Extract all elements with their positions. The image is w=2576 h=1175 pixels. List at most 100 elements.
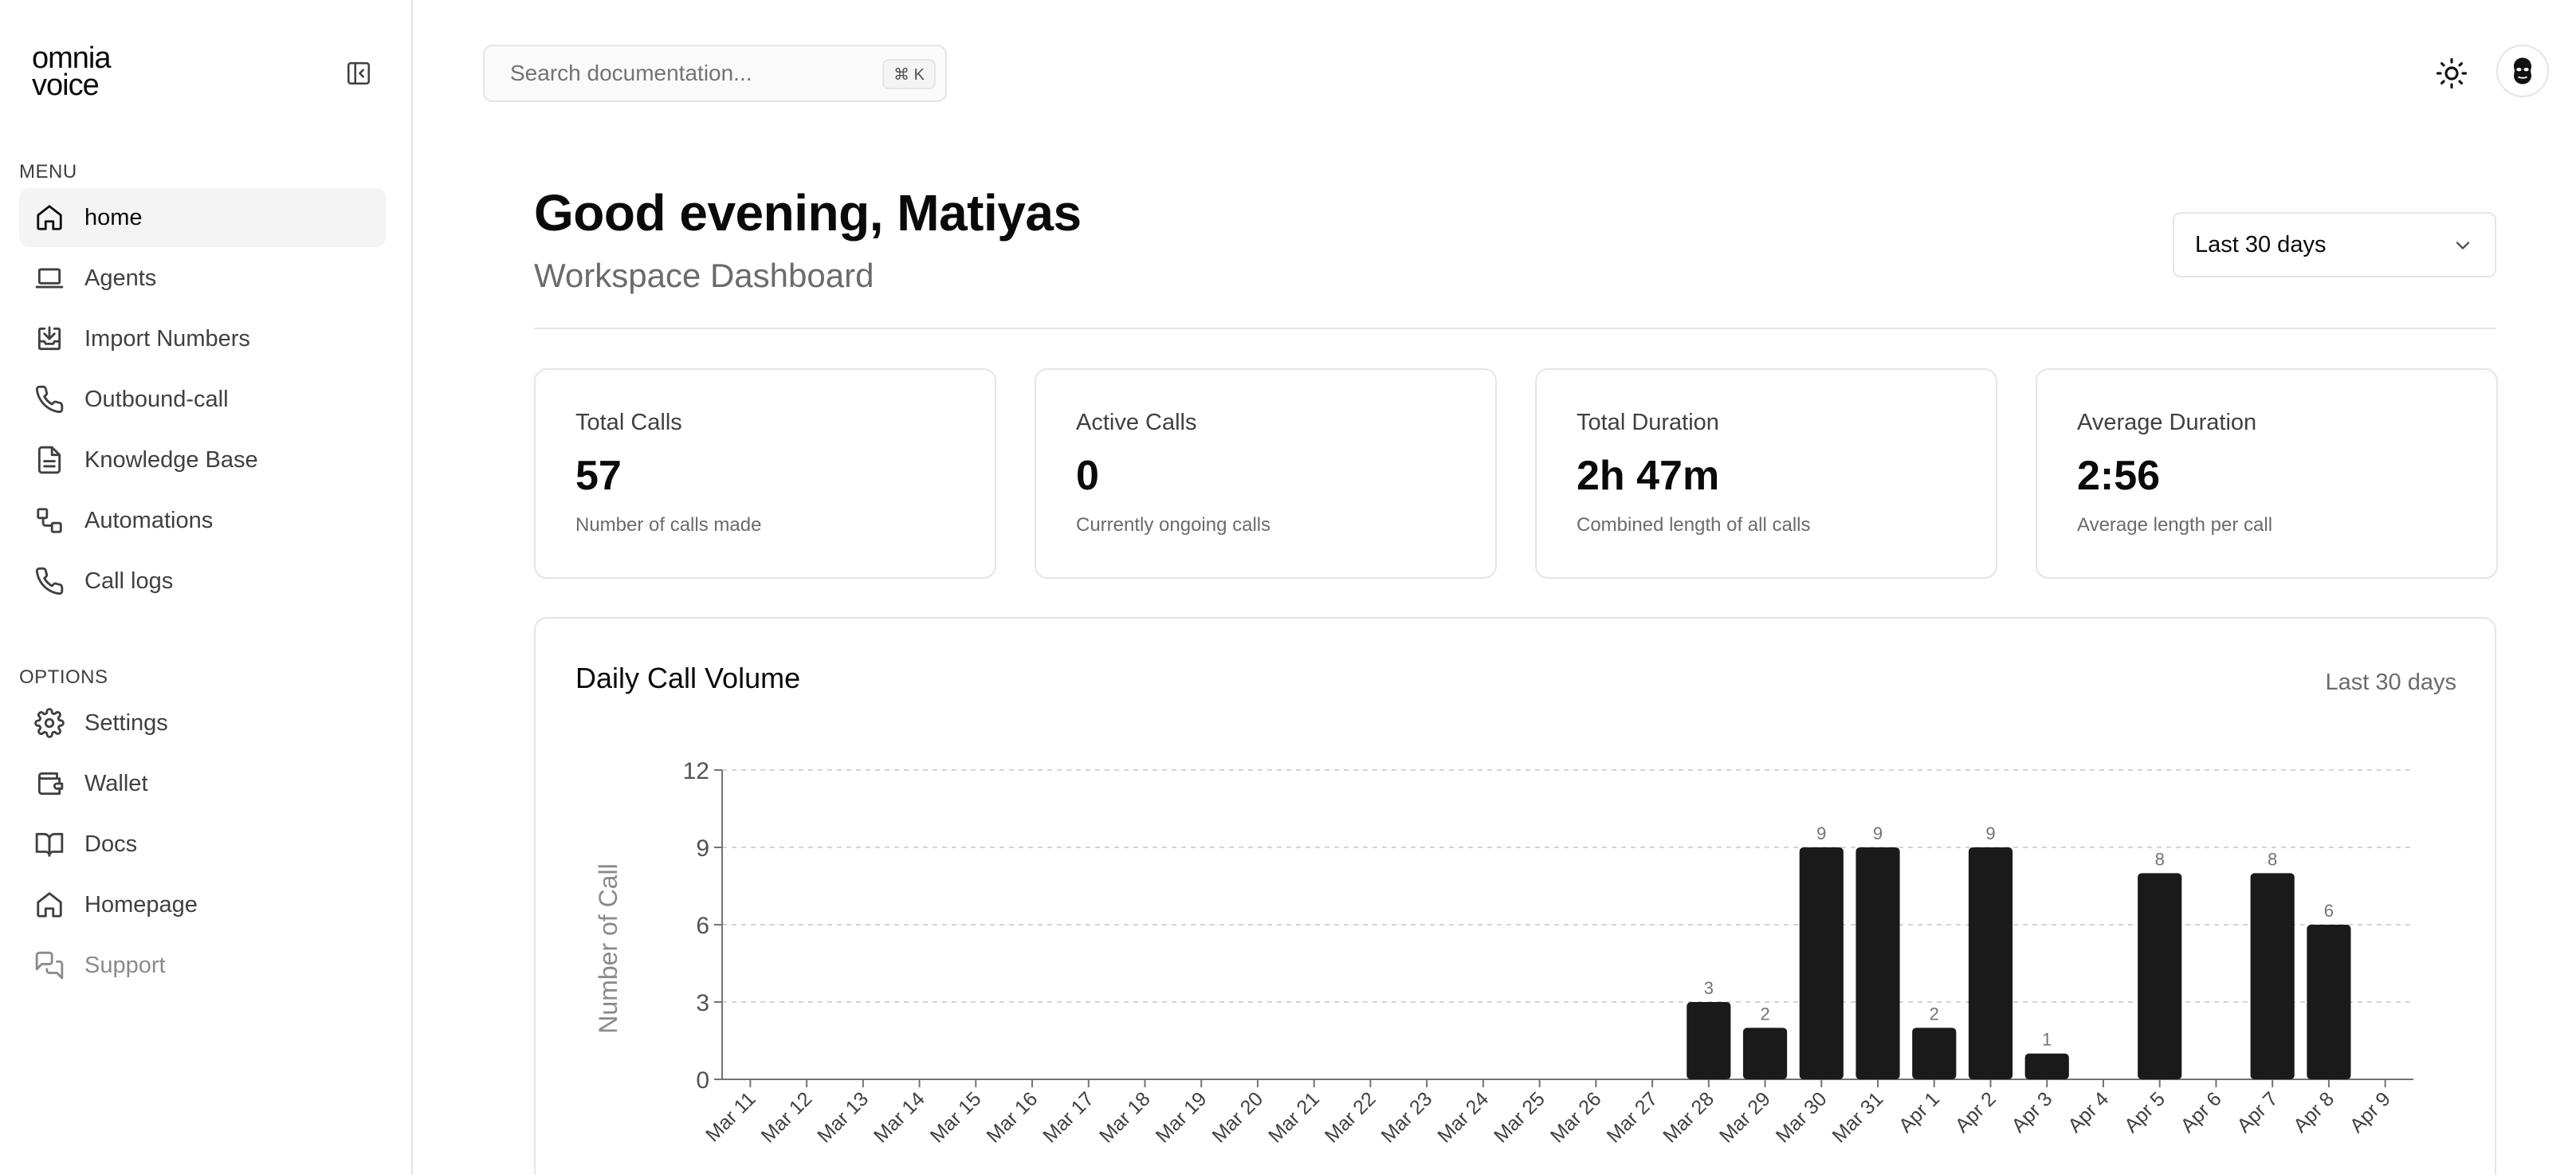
- stat-value: 0: [1076, 453, 1099, 499]
- y-axis-label: Number of Call: [594, 863, 622, 1033]
- avatar[interactable]: [2496, 45, 2549, 97]
- phone-icon: [33, 383, 65, 415]
- search-placeholder: Search documentation...: [510, 61, 752, 85]
- header-divider: [534, 328, 2496, 329]
- chat-icon: [33, 949, 65, 981]
- bar-value-label: 2: [1930, 1004, 1939, 1024]
- stat-label: Total Calls: [575, 410, 682, 435]
- date-range-value: Last 30 days: [2195, 231, 2327, 257]
- sidebar-item-call-logs[interactable]: Call logs: [19, 552, 386, 611]
- sidebar-item-docs[interactable]: Docs: [19, 815, 386, 874]
- user-avatar-icon: [2514, 57, 2531, 84]
- x-tick-label: Mar 19: [1152, 1087, 1211, 1147]
- sidebar-collapse-icon: [347, 61, 371, 85]
- workflow-icon: [33, 505, 65, 536]
- sidebar-item-outbound-call[interactable]: Outbound-call: [19, 370, 386, 429]
- x-tick-label: Mar 17: [1039, 1087, 1098, 1147]
- options-nav: Settings Wallet Docs Homepage Support: [19, 694, 386, 996]
- sidebar-item-home[interactable]: home: [19, 188, 386, 247]
- x-tick-label: Mar 12: [757, 1087, 817, 1147]
- options-section-label: OPTIONS: [19, 666, 108, 688]
- x-tick-label: Apr 9: [2346, 1087, 2395, 1137]
- sidebar-item-label: Agents: [84, 265, 157, 291]
- x-tick-label: Mar 14: [870, 1087, 929, 1147]
- bar: [1968, 847, 2013, 1079]
- x-tick-label: Mar 13: [813, 1087, 873, 1147]
- search-input[interactable]: Search documentation... ⌘ K: [483, 45, 947, 102]
- bar-value-label: 6: [2324, 901, 2334, 921]
- gear-icon: [33, 707, 65, 739]
- y-tick-label: 12: [683, 758, 709, 784]
- book-icon: [33, 828, 65, 860]
- bar-value-label: 3: [1704, 978, 1714, 998]
- bar: [1855, 847, 1900, 1079]
- bar-value-label: 2: [1760, 1004, 1769, 1024]
- sidebar-item-label: Settings: [84, 709, 168, 736]
- sidebar-item-label: Support: [84, 952, 166, 978]
- stat-label: Average Duration: [2077, 410, 2257, 435]
- x-tick-label: Apr 1: [1895, 1087, 1944, 1137]
- sidebar-item-support[interactable]: Support: [19, 936, 386, 995]
- logo-line-2: voice: [32, 69, 100, 102]
- bar: [1742, 1028, 1788, 1079]
- x-tick-label: Apr 6: [2177, 1087, 2226, 1137]
- chevron-down-icon: [2456, 242, 2470, 250]
- stat-card-total-calls: Total Calls 57 Number of calls made: [534, 368, 996, 579]
- sidebar: omnia voice MENU home Agents Import Numb…: [0, 0, 413, 1175]
- x-tick-label: Mar 26: [1546, 1087, 1606, 1147]
- page-subtitle: Workspace Dashboard: [534, 257, 874, 294]
- y-tick-label: 9: [696, 835, 709, 862]
- stat-description: Average length per call: [2077, 514, 2273, 536]
- bar-chart: 036912Number of CallMar 11Mar 12Mar 13Ma…: [594, 758, 2413, 1147]
- logo[interactable]: omnia voice: [32, 41, 111, 102]
- bar: [2250, 873, 2295, 1079]
- bar-value-label: 8: [2155, 849, 2165, 869]
- x-tick-label: Mar 16: [982, 1087, 1042, 1147]
- sidebar-item-label: Homepage: [84, 891, 198, 918]
- stat-card-total-duration: Total Duration 2h 47m Combined length of…: [1535, 368, 1997, 579]
- sidebar-item-agents[interactable]: Agents: [19, 249, 386, 308]
- x-tick-label: Mar 24: [1433, 1087, 1493, 1147]
- sidebar-item-settings[interactable]: Settings: [19, 694, 386, 753]
- sidebar-item-label: Docs: [84, 831, 138, 857]
- home-icon: [33, 889, 65, 921]
- sidebar-item-label: Import Numbers: [84, 325, 250, 352]
- bar-value-label: 9: [1816, 823, 1826, 843]
- app-root: omnia voice MENU home Agents Import Numb…: [0, 0, 2576, 1175]
- x-tick-label: Mar 25: [1490, 1087, 1549, 1147]
- sidebar-item-import-numbers[interactable]: Import Numbers: [19, 309, 386, 368]
- x-tick-label: Mar 27: [1603, 1087, 1663, 1147]
- x-tick-label: Mar 28: [1659, 1087, 1718, 1147]
- stat-value: 2h 47m: [1577, 453, 1720, 499]
- theme-toggle-button[interactable]: [2433, 54, 2471, 92]
- x-tick-label: Apr 4: [2064, 1087, 2113, 1137]
- x-tick-label: Mar 21: [1264, 1087, 1324, 1147]
- sidebar-collapse-button[interactable]: [344, 59, 373, 88]
- logo-line-1: omnia: [32, 41, 111, 75]
- stat-description: Currently ongoing calls: [1076, 514, 1271, 536]
- date-range-select[interactable]: Last 30 days: [2173, 212, 2496, 277]
- x-tick-label: Mar 15: [926, 1087, 986, 1147]
- stat-card-active-calls: Active Calls 0 Currently ongoing calls: [1035, 368, 1497, 579]
- bar: [2138, 873, 2182, 1079]
- sidebar-item-label: home: [84, 204, 143, 230]
- sidebar-item-label: Automations: [84, 507, 214, 533]
- sidebar-item-wallet[interactable]: Wallet: [19, 754, 386, 813]
- sidebar-item-knowledge-base[interactable]: Knowledge Base: [19, 430, 386, 489]
- search-shortcut-badge: ⌘ K: [882, 59, 936, 89]
- file-text-icon: [33, 444, 65, 476]
- phone-icon: [33, 565, 65, 597]
- page-title: Good evening, Matiyas: [534, 184, 1082, 242]
- bar: [1687, 1002, 1731, 1079]
- sidebar-item-label: Outbound-call: [84, 386, 229, 412]
- sidebar-item-homepage[interactable]: Homepage: [19, 875, 386, 934]
- bar: [2307, 925, 2351, 1079]
- home-icon: [33, 202, 65, 234]
- x-tick-label: Apr 8: [2289, 1087, 2338, 1137]
- bar: [1912, 1028, 1957, 1079]
- x-tick-label: Apr 5: [2120, 1087, 2170, 1137]
- bar-value-label: 1: [2042, 1030, 2052, 1050]
- sidebar-item-automations[interactable]: Automations: [19, 491, 386, 550]
- stat-value: 57: [575, 453, 622, 499]
- bar: [2024, 1053, 2069, 1079]
